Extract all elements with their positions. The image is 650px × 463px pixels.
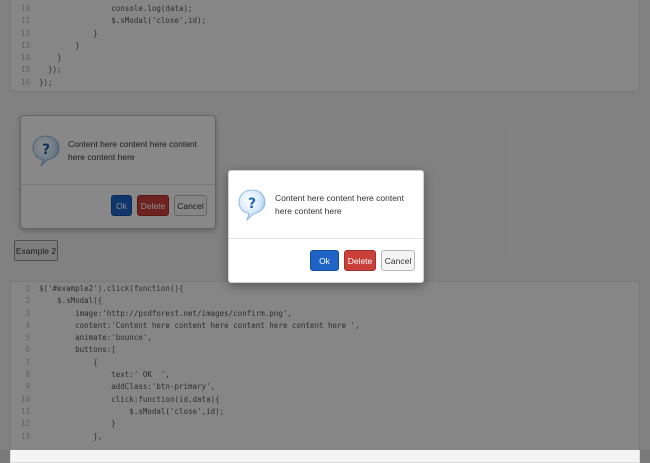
ok-button[interactable]: Ok [310,250,339,271]
cancel-button[interactable]: Cancel [381,250,415,271]
delete-button[interactable]: Delete [344,250,376,271]
modal-buttons: Ok Delete Cancel [310,250,415,271]
modal-body: ? Content here content here content here… [229,171,423,239]
confirm-modal-dialog: ? Content here content here content here… [228,170,424,283]
question-icon: ? [237,188,267,227]
modal-message: Content here content here content here c… [275,193,405,216]
svg-text:?: ? [248,196,256,212]
